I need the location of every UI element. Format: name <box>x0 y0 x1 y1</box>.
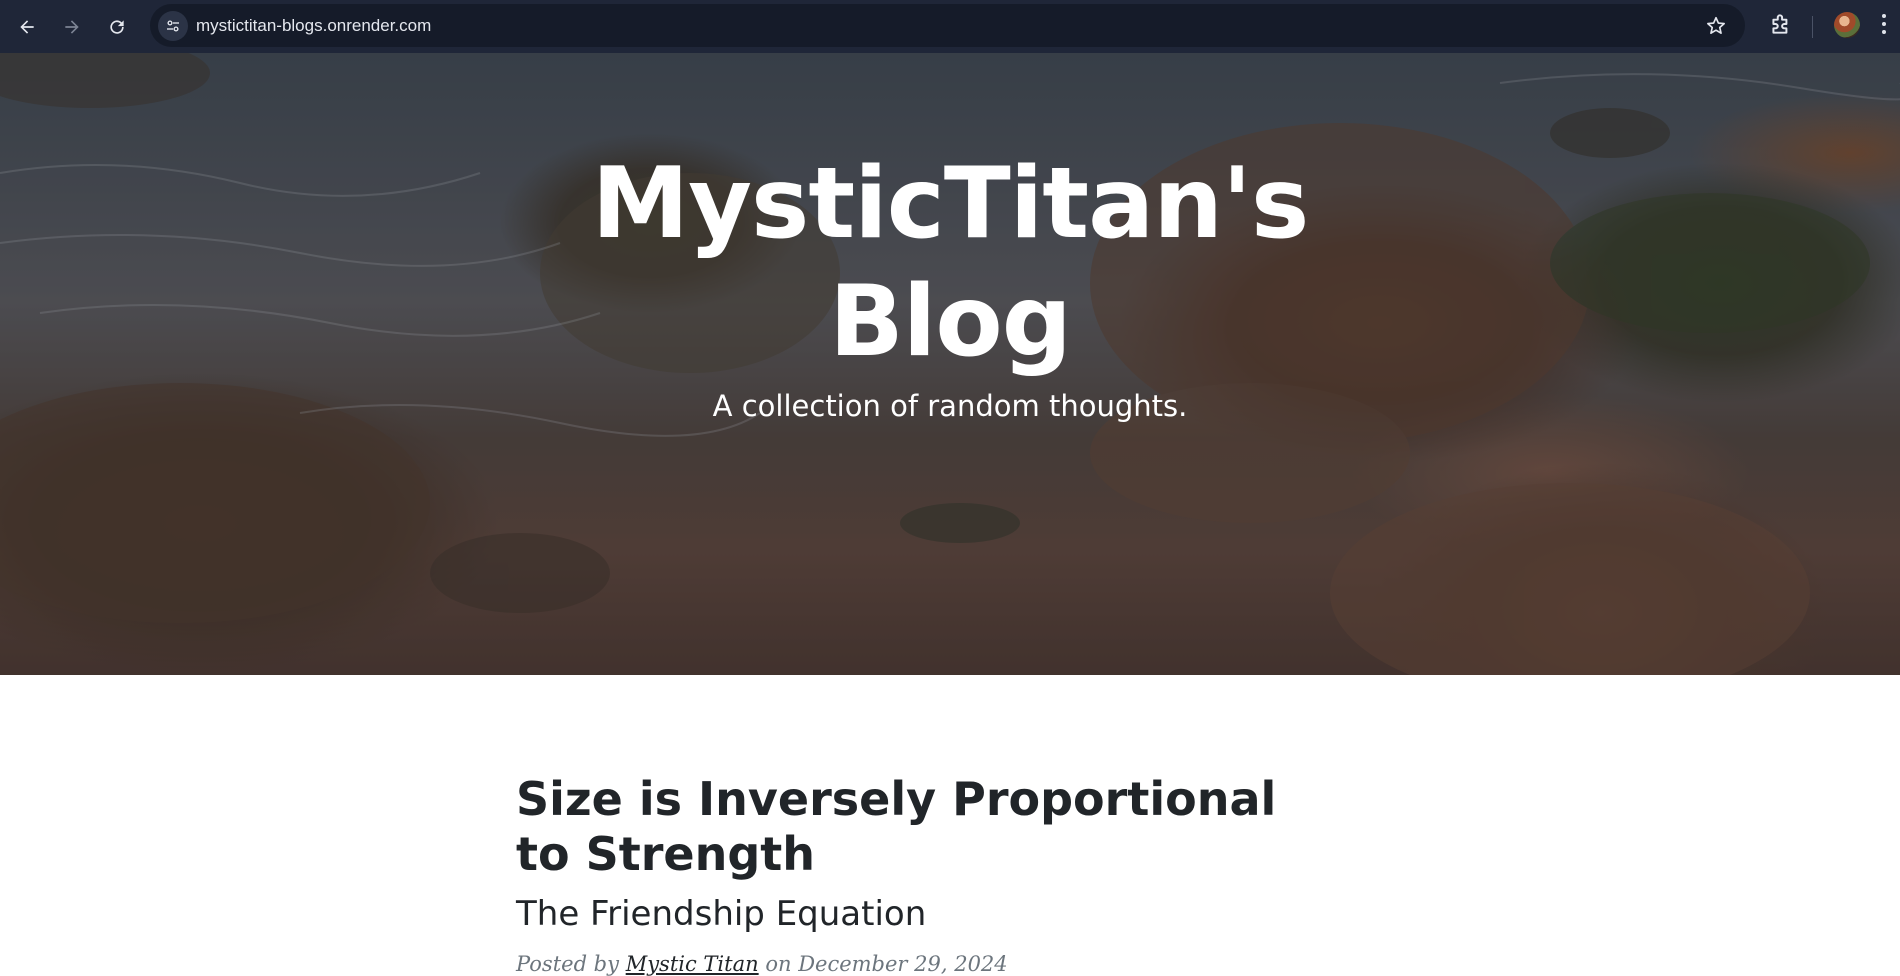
bookmark-star-icon[interactable] <box>1705 15 1727 37</box>
extensions-icon[interactable] <box>1768 11 1794 37</box>
forward-icon <box>65 20 79 34</box>
toolbar-divider <box>1812 16 1813 38</box>
site-info-icon <box>167 20 179 32</box>
site-title: MysticTitan's Blog <box>591 147 1310 379</box>
post-subtitle[interactable]: The Friendship Equation <box>516 894 1416 934</box>
forward-button[interactable] <box>57 12 87 42</box>
post-title[interactable]: Size is Inversely Proportional to Streng… <box>516 772 1296 882</box>
post-meta-prefix: Posted by <box>516 952 619 976</box>
url-text[interactable]: mystictitan-blogs.onrender.com <box>196 16 431 36</box>
back-icon <box>20 20 34 34</box>
back-button[interactable] <box>12 12 42 42</box>
more-menu-icon[interactable] <box>1880 14 1888 38</box>
post-date: December 29, 2024 <box>798 952 1008 976</box>
hero-banner: MysticTitan's Blog A collection of rando… <box>0 53 1900 675</box>
site-info-button[interactable] <box>158 11 188 41</box>
post-meta-on: on <box>765 952 792 976</box>
browser-toolbar: mystictitan-blogs.onrender.com <box>0 0 1900 53</box>
reload-icon <box>110 20 124 34</box>
site-subtitle: A collection of random thoughts. <box>712 389 1188 423</box>
post-preview[interactable]: Size is Inversely Proportional to Streng… <box>516 772 1416 976</box>
address-bar[interactable]: mystictitan-blogs.onrender.com <box>150 4 1745 47</box>
post-author-link[interactable]: Mystic Titan <box>626 952 759 976</box>
post-meta: Posted by Mystic Titan on December 29, 2… <box>516 952 1416 976</box>
reload-button[interactable] <box>102 12 132 42</box>
profile-avatar[interactable] <box>1834 12 1860 38</box>
